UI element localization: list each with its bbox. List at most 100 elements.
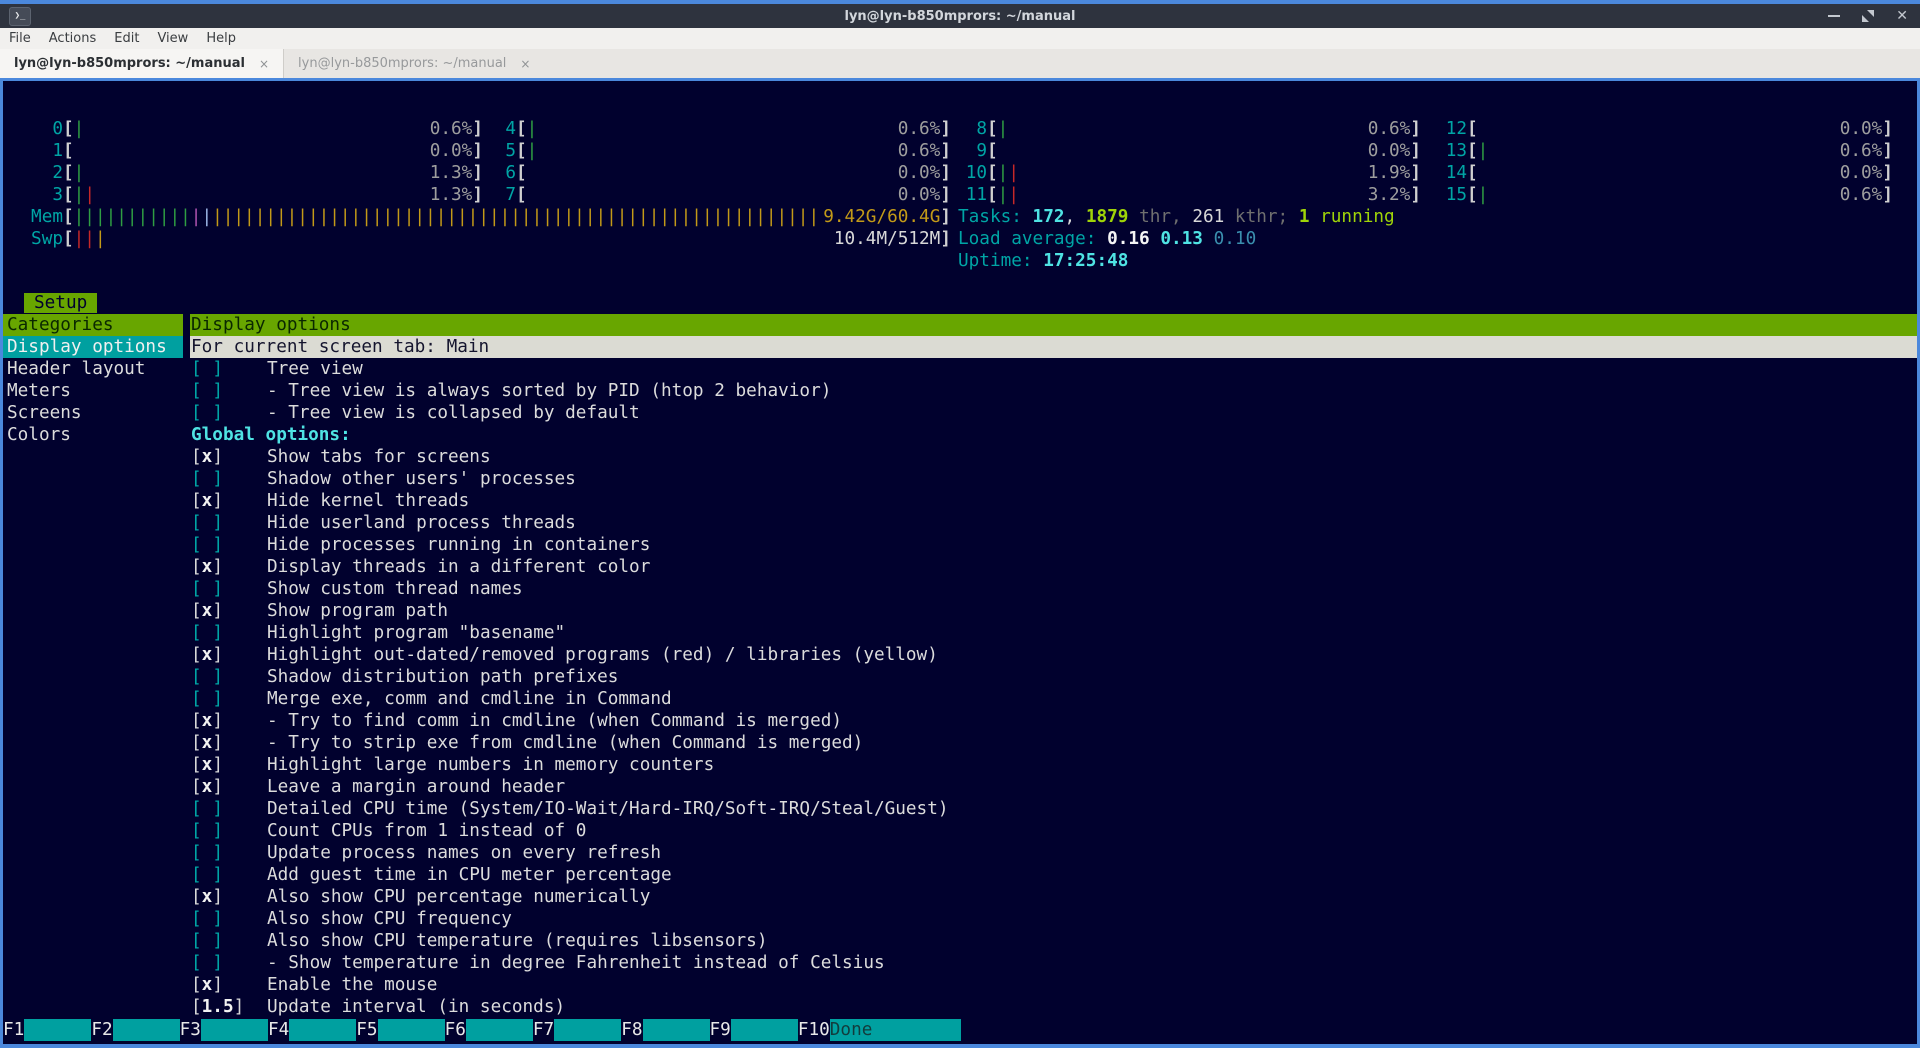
fkey-f3[interactable]: F3: [180, 1019, 201, 1041]
checkbox-mark[interactable]: [202, 469, 213, 489]
checkbox-mark[interactable]: [202, 931, 213, 951]
options-panel-subheader[interactable]: For current screen tab: Main: [190, 336, 1917, 358]
checkbox-mark[interactable]: x: [202, 491, 213, 511]
meter-ticks: |||||||||||: [74, 207, 191, 227]
checkbox-mark[interactable]: [202, 799, 213, 819]
checkbox-mark[interactable]: x: [202, 777, 213, 797]
checkbox-mark[interactable]: x: [202, 755, 213, 775]
menu-item-file[interactable]: File: [0, 28, 40, 49]
category-item-header-layout[interactable]: Header layout: [3, 358, 183, 380]
option-row[interactable]: [ ]Show custom thread names: [191, 578, 523, 600]
checkbox-mark[interactable]: [202, 843, 213, 863]
fkey-done-label[interactable]: Done: [830, 1019, 961, 1041]
option-row[interactable]: [ ]- Tree view is collapsed by default: [191, 402, 640, 424]
checkbox-mark[interactable]: x: [202, 447, 213, 467]
option-row[interactable]: [x]- Try to strip exe from cmdline (when…: [191, 732, 863, 754]
option-row[interactable]: [x]Leave a margin around header: [191, 776, 565, 798]
checkbox-mark[interactable]: [202, 579, 213, 599]
category-item-colors[interactable]: Colors: [3, 424, 183, 446]
option-row[interactable]: [x]Display threads in a different color: [191, 556, 650, 578]
option-row[interactable]: [ ]- Show temperature in degree Fahrenhe…: [191, 952, 885, 974]
checkbox-mark[interactable]: x: [202, 887, 213, 907]
fkey-blank-label[interactable]: [113, 1019, 180, 1041]
option-row[interactable]: [x]Show tabs for screens: [191, 446, 491, 468]
option-row[interactable]: [ ]Merge exe, comm and cmdline in Comman…: [191, 688, 672, 710]
option-row[interactable]: [1.5]Update interval (in seconds): [191, 996, 565, 1018]
fkey-f1[interactable]: F1: [3, 1019, 24, 1041]
option-row[interactable]: [ ]Tree view: [191, 358, 363, 380]
meter-ticks: |: [191, 207, 202, 227]
fkey-blank-label[interactable]: [24, 1019, 91, 1041]
option-row[interactable]: [ ]Highlight program "basename": [191, 622, 565, 644]
checkbox-mark[interactable]: 1.5: [202, 997, 234, 1017]
fkey-blank-label[interactable]: [466, 1019, 533, 1041]
option-row[interactable]: [x]Hide kernel threads: [191, 490, 469, 512]
tab-close-icon[interactable]: ×: [520, 57, 530, 71]
menu-item-actions[interactable]: Actions: [40, 28, 106, 49]
checkbox-mark[interactable]: [202, 623, 213, 643]
checkbox-mark[interactable]: x: [202, 645, 213, 665]
fkey-blank-label[interactable]: [378, 1019, 445, 1041]
checkbox-mark[interactable]: [202, 821, 213, 841]
fkey-blank-label[interactable]: [554, 1019, 621, 1041]
option-row[interactable]: [ ]Detailed CPU time (System/IO-Wait/Har…: [191, 798, 949, 820]
tab-close-icon[interactable]: ×: [259, 57, 269, 71]
fkey-f7[interactable]: F7: [533, 1019, 554, 1041]
close-icon[interactable]: ✕: [1896, 9, 1908, 23]
menu-item-edit[interactable]: Edit: [105, 28, 148, 49]
checkbox-mark[interactable]: [202, 909, 213, 929]
fkey-f6[interactable]: F6: [445, 1019, 466, 1041]
category-item-display-options[interactable]: Display options: [3, 336, 183, 358]
option-row[interactable]: [ ]Update process names on every refresh: [191, 842, 661, 864]
option-row[interactable]: [ ]Add guest time in CPU meter percentag…: [191, 864, 672, 886]
option-row[interactable]: [ ]Hide processes running in containers: [191, 534, 650, 556]
fkey-f2[interactable]: F2: [91, 1019, 112, 1041]
checkbox-mark[interactable]: [202, 513, 213, 533]
maximize-icon[interactable]: [1862, 10, 1874, 22]
option-row[interactable]: [ ]Shadow distribution path prefixes: [191, 666, 618, 688]
option-row[interactable]: [x]Highlight large numbers in memory cou…: [191, 754, 714, 776]
checkbox-mark[interactable]: [202, 953, 213, 973]
fkey-f10[interactable]: F10: [798, 1019, 830, 1041]
checkbox-mark[interactable]: [202, 865, 213, 885]
fkey-blank-label[interactable]: [289, 1019, 356, 1041]
fkey-blank-label[interactable]: [731, 1019, 798, 1041]
mem-meter: Mem[||||||||||||||||||||||||||||||||||||…: [20, 206, 951, 228]
fkey-f8[interactable]: F8: [621, 1019, 642, 1041]
category-item-meters[interactable]: Meters: [3, 380, 183, 402]
option-row[interactable]: [x]- Try to find comm in cmdline (when C…: [191, 710, 842, 732]
option-row[interactable]: [ ]Shadow other users' processes: [191, 468, 576, 490]
checkbox-mark[interactable]: [202, 359, 213, 379]
option-row[interactable]: [ ]Hide userland process threads: [191, 512, 576, 534]
option-row[interactable]: [x]Also show CPU percentage numerically: [191, 886, 650, 908]
option-row[interactable]: [ ]- Tree view is always sorted by PID (…: [191, 380, 831, 402]
fkey-blank-label[interactable]: [643, 1019, 710, 1041]
checkbox-mark[interactable]: [202, 689, 213, 709]
menu-item-view[interactable]: View: [148, 28, 197, 49]
checkbox-mark[interactable]: [202, 535, 213, 555]
minimize-icon[interactable]: [1828, 15, 1840, 17]
checkbox-mark[interactable]: [202, 381, 213, 401]
option-row[interactable]: [ ]Count CPUs from 1 instead of 0: [191, 820, 586, 842]
option-row[interactable]: [x]Show program path: [191, 600, 448, 622]
text-segment: 0.13: [1160, 229, 1203, 249]
checkbox-mark[interactable]: x: [202, 601, 213, 621]
checkbox-mark[interactable]: x: [202, 975, 213, 995]
fkey-f4[interactable]: F4: [268, 1019, 289, 1041]
checkbox-mark[interactable]: x: [202, 711, 213, 731]
option-row[interactable]: [x]Highlight out-dated/removed programs …: [191, 644, 938, 666]
fkey-f5[interactable]: F5: [356, 1019, 377, 1041]
checkbox-mark[interactable]: [202, 403, 213, 423]
checkbox-mark[interactable]: x: [202, 733, 213, 753]
option-row[interactable]: [x]Enable the mouse: [191, 974, 437, 996]
option-row[interactable]: [ ]Also show CPU frequency: [191, 908, 512, 930]
menu-item-help[interactable]: Help: [197, 28, 245, 49]
terminal-tab-inactive[interactable]: lyn@lyn-b850mprors: ~/manual ×: [284, 49, 544, 78]
fkey-blank-label[interactable]: [201, 1019, 268, 1041]
checkbox-mark[interactable]: x: [202, 557, 213, 577]
fkey-f9[interactable]: F9: [710, 1019, 731, 1041]
checkbox-mark[interactable]: [202, 667, 213, 687]
option-row[interactable]: [ ]Also show CPU temperature (requires l…: [191, 930, 767, 952]
terminal-tab-active[interactable]: lyn@lyn-b850mprors: ~/manual ×: [0, 49, 284, 78]
category-item-screens[interactable]: Screens: [3, 402, 183, 424]
